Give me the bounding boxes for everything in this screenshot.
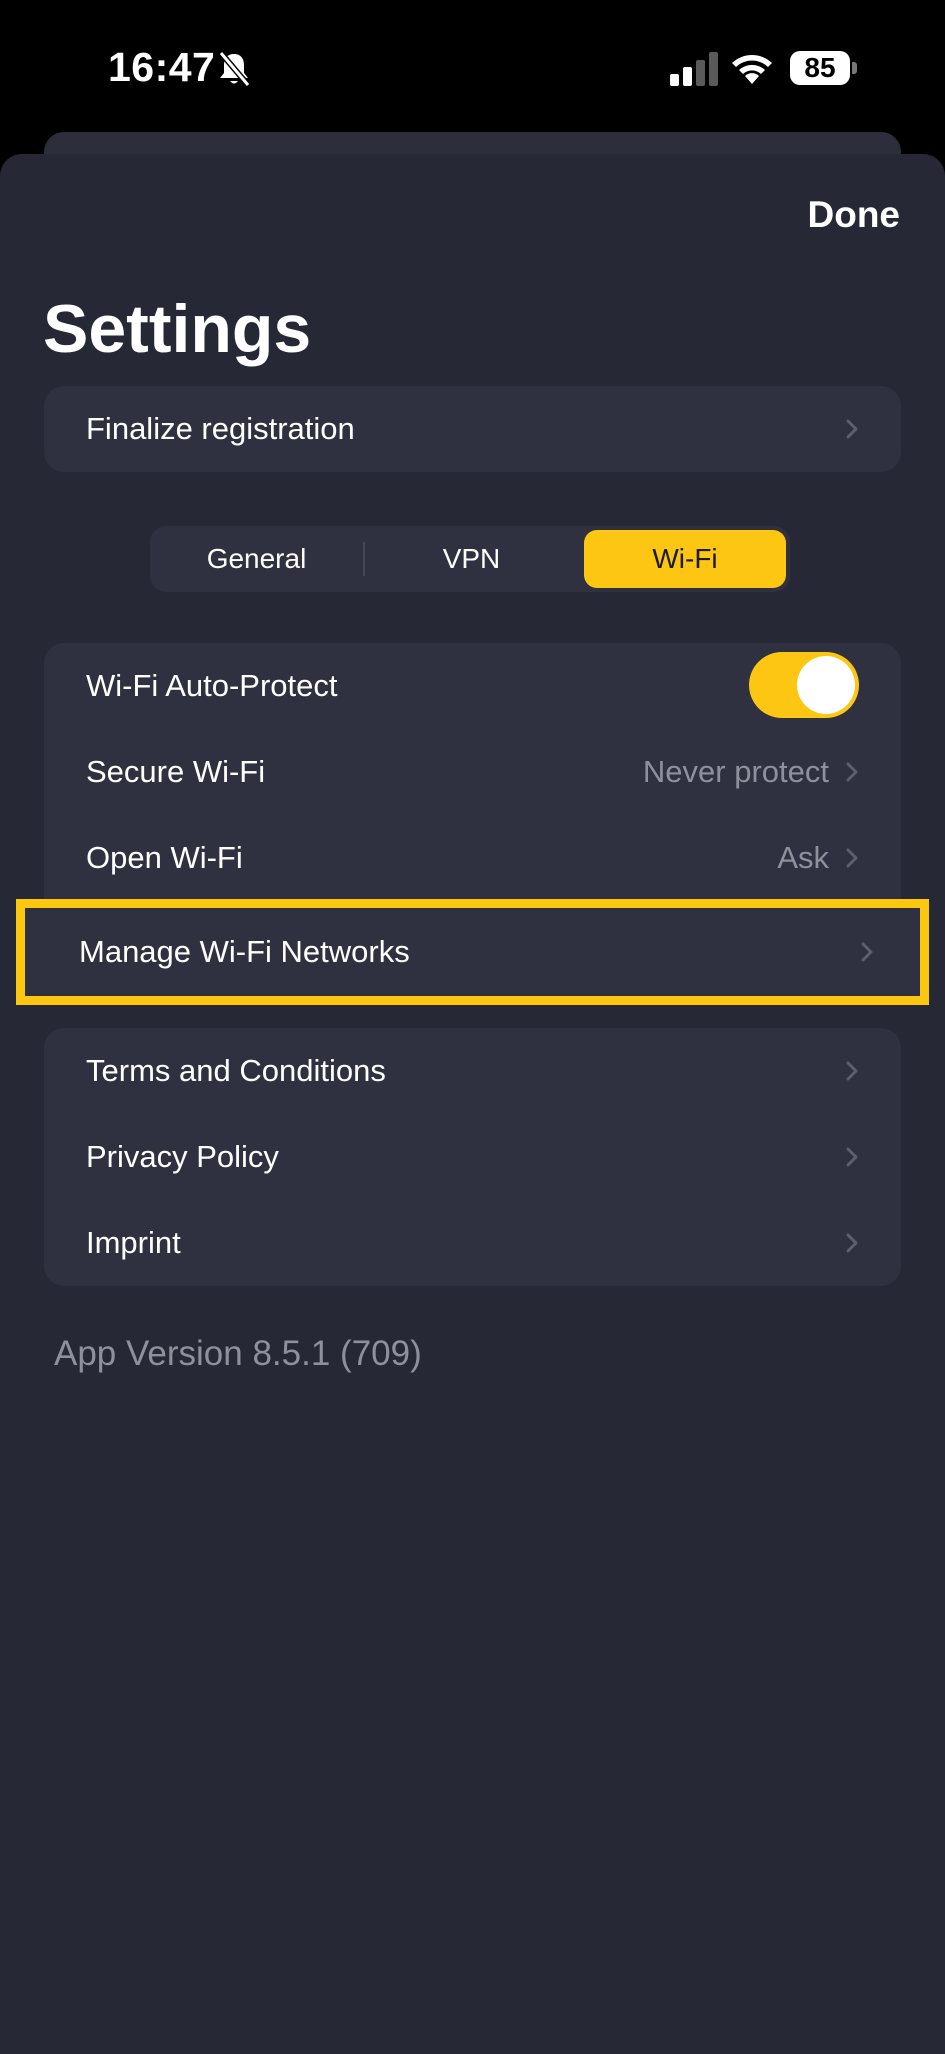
finalize-registration-label: Finalize registration — [86, 411, 355, 446]
page-title: Settings — [43, 291, 312, 367]
chevron-right-icon — [861, 942, 873, 962]
secure-wifi-row[interactable]: Secure Wi-Fi Never protect — [44, 729, 901, 815]
wifi-auto-protect-row: Wi-Fi Auto-Protect — [44, 643, 901, 729]
terms-label: Terms and Conditions — [86, 1053, 386, 1088]
privacy-policy-row[interactable]: Privacy Policy — [44, 1114, 901, 1200]
imprint-row[interactable]: Imprint — [44, 1200, 901, 1286]
manage-wifi-networks-row[interactable]: Manage Wi-Fi Networks — [16, 899, 929, 1005]
bell-muted-icon — [218, 51, 251, 87]
battery-level: 85 — [790, 51, 850, 85]
chevron-right-icon — [846, 419, 858, 439]
finalize-registration-row[interactable]: Finalize registration — [44, 386, 901, 472]
done-button[interactable]: Done — [808, 194, 901, 236]
privacy-policy-label: Privacy Policy — [86, 1139, 279, 1174]
tab-general[interactable]: General — [154, 530, 359, 588]
app-version: App Version 8.5.1 (709) — [54, 1334, 422, 1373]
chevron-right-icon — [846, 762, 858, 782]
open-wifi-row[interactable]: Open Wi-Fi Ask — [44, 815, 901, 901]
chevron-right-icon — [846, 1061, 858, 1081]
legal-card: Terms and Conditions Privacy Policy Impr… — [44, 1028, 901, 1286]
wifi-settings-card: Wi-Fi Auto-Protect Secure Wi-Fi Never pr… — [44, 643, 901, 905]
status-time: 16:47 — [108, 44, 216, 90]
open-wifi-label: Open Wi-Fi — [86, 840, 243, 875]
status-bar: 16:47 85 — [0, 0, 945, 135]
wifi-auto-protect-toggle[interactable] — [749, 652, 859, 718]
settings-tabs: General VPN Wi-Fi — [150, 526, 790, 592]
manage-wifi-networks-label: Manage Wi-Fi Networks — [79, 934, 410, 969]
battery-indicator: 85 — [790, 51, 858, 87]
chevron-right-icon — [846, 848, 858, 868]
secure-wifi-value: Never protect — [642, 754, 829, 789]
cellular-signal-icon — [670, 52, 718, 86]
imprint-label: Imprint — [86, 1225, 181, 1260]
terms-row[interactable]: Terms and Conditions — [44, 1028, 901, 1114]
chevron-right-icon — [846, 1233, 858, 1253]
wifi-icon — [732, 55, 772, 84]
wifi-auto-protect-label: Wi-Fi Auto-Protect — [86, 668, 338, 703]
toggle-knob — [797, 656, 855, 714]
tab-vpn[interactable]: VPN — [369, 530, 574, 588]
secure-wifi-label: Secure Wi-Fi — [86, 754, 266, 789]
chevron-right-icon — [846, 1147, 858, 1167]
open-wifi-value: Ask — [777, 840, 829, 875]
tab-wifi[interactable]: Wi-Fi — [584, 530, 786, 588]
